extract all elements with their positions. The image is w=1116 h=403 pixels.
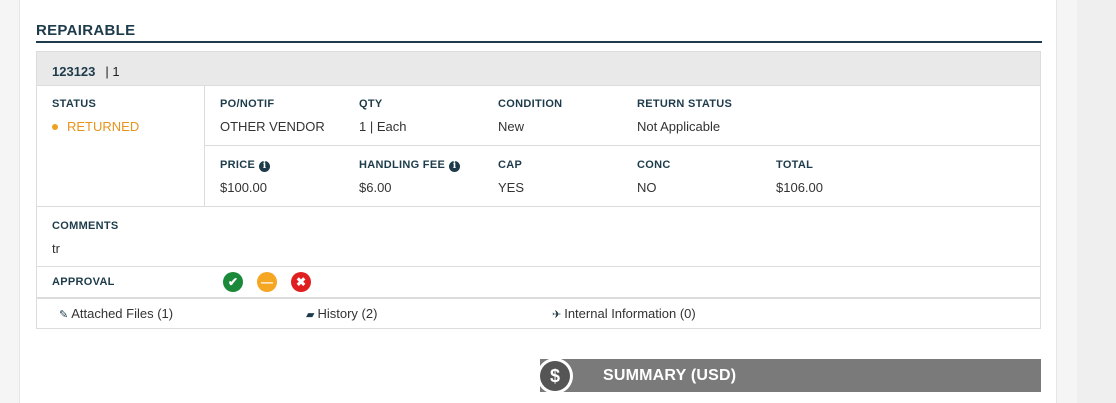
return-status-value: Not Applicable: [637, 119, 721, 134]
attached-files-link[interactable]: ✎ Attached Files (1): [59, 306, 173, 321]
item-qty: | 1: [105, 64, 120, 79]
paperclip-icon: ✎: [59, 309, 69, 321]
card-header: 123123 | 1: [37, 52, 1040, 86]
cap-label: CAP: [498, 159, 523, 171]
dollar-icon: $: [540, 361, 570, 391]
cap-value: YES: [498, 180, 525, 195]
book-icon: ▰: [306, 309, 315, 321]
approval-label: APPROVAL: [52, 276, 115, 288]
condition-label: CONDITION: [498, 98, 563, 110]
price-label: PRICE i: [220, 159, 271, 172]
conc-label: CONC: [637, 159, 671, 171]
info-icon[interactable]: i: [449, 161, 461, 172]
approve-icon[interactable]: ✔: [223, 272, 243, 292]
item-id: 123123: [52, 64, 96, 79]
comments-value: tr: [52, 241, 60, 256]
section-title: REPAIRABLE: [36, 22, 1042, 43]
qty-value: 1 | Each: [359, 119, 407, 134]
status-label: STATUS: [52, 98, 97, 110]
po-notif-label: PO/NOTIF: [220, 98, 275, 110]
price-label-text: PRICE: [220, 159, 256, 171]
divider: [37, 266, 1040, 267]
reject-icon[interactable]: ✖: [291, 272, 311, 292]
divider: [205, 145, 1040, 146]
plane-icon: ✈: [552, 309, 562, 321]
divider: [37, 297, 1040, 299]
return-status-label: RETURN STATUS: [637, 98, 733, 110]
total-label: TOTAL: [776, 159, 814, 171]
repairable-card: 123123 | 1 STATUS RETURNED PO/NOTIF OTHER…: [36, 51, 1041, 329]
handling-fee-value: $6.00: [359, 180, 392, 195]
price-value: $100.00: [220, 180, 267, 195]
qty-label: QTY: [359, 98, 383, 110]
info-icon[interactable]: i: [259, 161, 271, 172]
conc-value: NO: [637, 180, 657, 195]
neutral-icon[interactable]: —: [257, 272, 277, 292]
handling-fee-label: HANDLING FEE i: [359, 159, 461, 172]
condition-value: New: [498, 119, 525, 134]
history-link[interactable]: ▰ History (2): [306, 306, 377, 321]
main-panel: REPAIRABLE 123123 | 1 STATUS RETURNED PO/…: [19, 0, 1057, 403]
total-value: $106.00: [776, 180, 823, 195]
divider: [37, 206, 1040, 207]
status-value: RETURNED: [67, 119, 140, 134]
internal-info-label: Internal Information (0): [564, 306, 696, 321]
comments-label: COMMENTS: [52, 220, 119, 232]
internal-info-link[interactable]: ✈ Internal Information (0): [552, 306, 696, 321]
status-column: STATUS RETURNED: [37, 86, 205, 207]
po-notif-value: OTHER VENDOR: [220, 119, 325, 134]
summary-title: SUMMARY (USD): [603, 367, 737, 384]
status-dot-icon: [52, 123, 58, 130]
status-badge: RETURNED: [52, 119, 139, 134]
attached-files-label: Attached Files (1): [71, 306, 174, 321]
right-gutter: [1077, 0, 1116, 403]
handling-fee-label-text: HANDLING FEE: [359, 159, 446, 171]
history-label: History (2): [317, 306, 378, 321]
